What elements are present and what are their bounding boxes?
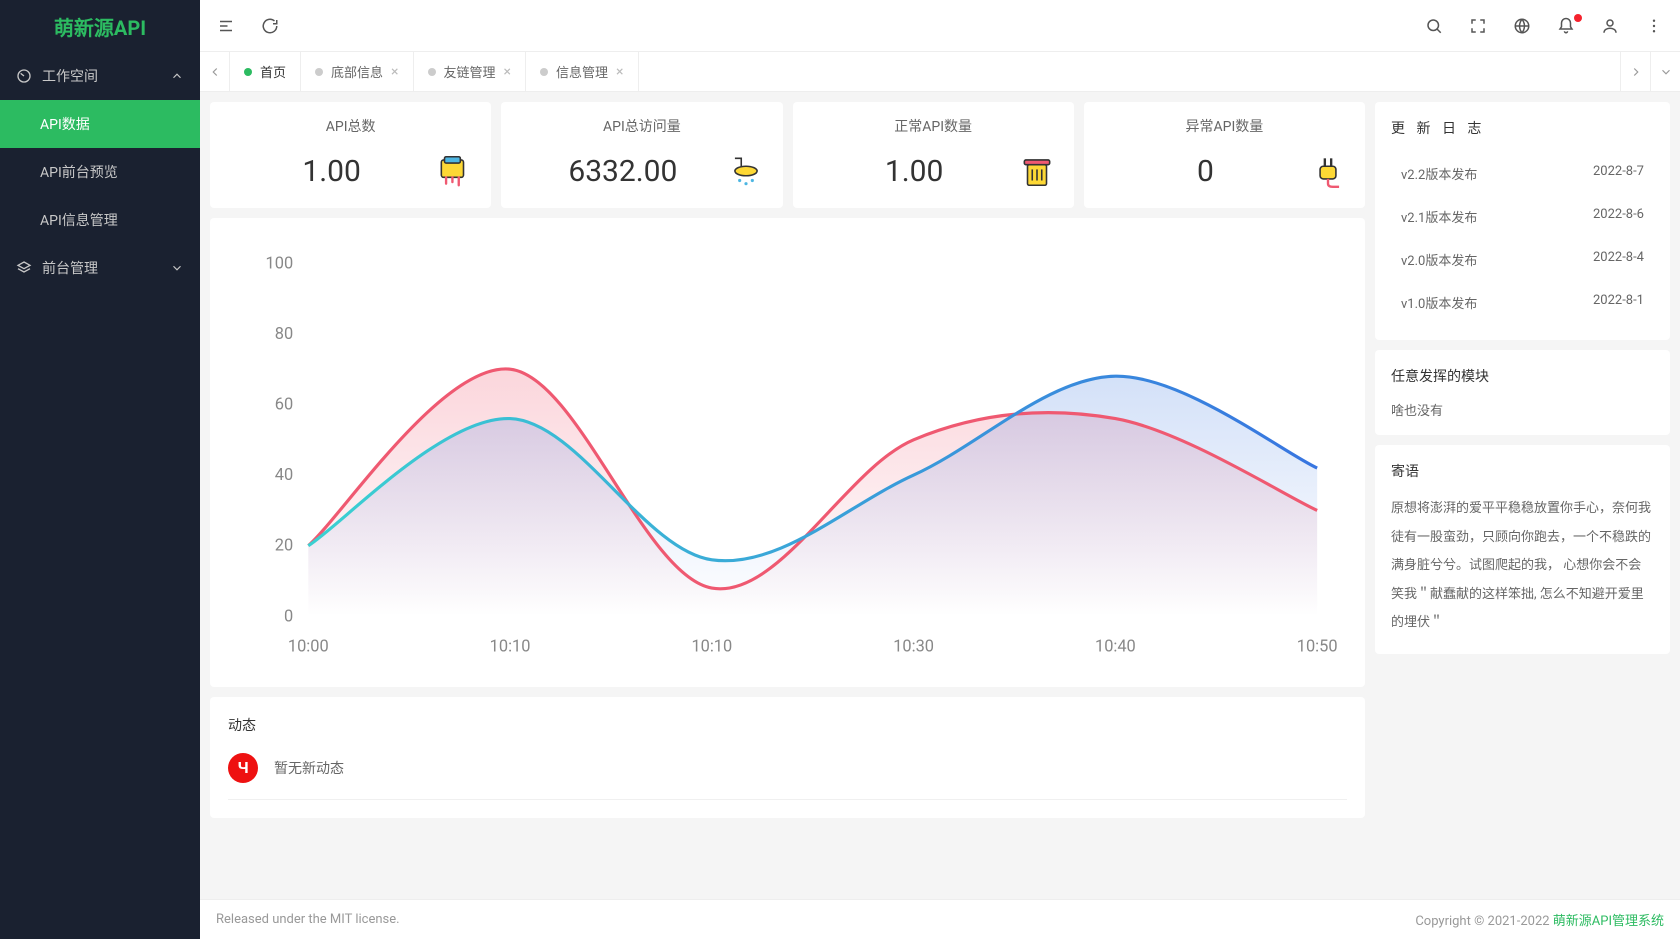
dashboard-icon bbox=[16, 68, 32, 84]
close-icon[interactable]: × bbox=[391, 64, 398, 80]
stack-icon bbox=[16, 260, 32, 276]
svg-text:60: 60 bbox=[275, 396, 293, 415]
footer-license: Released under the MIT license. bbox=[216, 912, 400, 927]
list-item: Ч 暂无新动态 bbox=[228, 753, 1347, 800]
paint-icon bbox=[435, 152, 473, 190]
svg-text:10:40: 10:40 bbox=[1095, 638, 1136, 657]
tab-friendlink[interactable]: 友链管理 × bbox=[414, 52, 527, 91]
list-item: v1.0版本发布 2022-8-1 bbox=[1391, 281, 1654, 324]
user-icon[interactable] bbox=[1600, 16, 1620, 36]
verse-card: 寄语 原想将澎湃的爱平平稳稳放置你手心，奈何我徒有一股蛮劲，只顾向你跑去，一个不… bbox=[1375, 445, 1670, 654]
line-chart: 0 20 40 60 80 100 10:00 10:10 10:10 10:30 10:40 10:… bbox=[220, 238, 1355, 667]
svg-text:80: 80 bbox=[275, 325, 293, 344]
svg-text:10:50: 10:50 bbox=[1297, 638, 1338, 657]
tab-info-manage[interactable]: 信息管理 × bbox=[526, 52, 639, 91]
list-item: v2.0版本发布 2022-8-4 bbox=[1391, 238, 1654, 281]
chart-card: 0 20 40 60 80 100 10:00 10:10 10:10 10:30 10:40 10:… bbox=[210, 218, 1365, 687]
shower-icon bbox=[727, 152, 765, 190]
tabs-scroll-right[interactable] bbox=[1620, 52, 1650, 91]
topbar bbox=[200, 0, 1680, 52]
tab-footer-info[interactable]: 底部信息 × bbox=[301, 52, 414, 91]
stat-card-api-visits: API总访问量 6332.00 bbox=[501, 102, 782, 208]
plug-icon bbox=[1309, 152, 1347, 190]
trash-icon bbox=[1018, 152, 1056, 190]
sidebar-group-label: 工作空间 bbox=[42, 66, 98, 86]
svg-text:100: 100 bbox=[266, 254, 294, 273]
sidebar-item-api-data[interactable]: API数据 bbox=[0, 100, 200, 148]
list-item: v2.2版本发布 2022-8-7 bbox=[1391, 152, 1654, 195]
stat-card-api-abnormal: 异常API数量 0 bbox=[1084, 102, 1365, 208]
sidebar-item-api-preview[interactable]: API前台预览 bbox=[0, 148, 200, 196]
sidebar-menu: 工作空间 API数据 API前台预览 API信息管理 前台管理 bbox=[0, 52, 200, 939]
stat-card-api-normal: 正常API数量 1.00 bbox=[793, 102, 1074, 208]
reload-icon[interactable] bbox=[260, 16, 280, 36]
chevron-down-icon bbox=[170, 261, 184, 275]
tabs-dropdown[interactable] bbox=[1650, 52, 1680, 91]
svg-text:10:30: 10:30 bbox=[893, 638, 934, 657]
list-item: v2.1版本发布 2022-8-6 bbox=[1391, 195, 1654, 238]
svg-text:20: 20 bbox=[275, 537, 293, 556]
notification-icon[interactable] bbox=[1556, 16, 1576, 36]
sidebar-group-label: 前台管理 bbox=[42, 258, 98, 278]
more-icon[interactable] bbox=[1644, 16, 1664, 36]
tab-home[interactable]: 首页 bbox=[230, 52, 301, 91]
sidebar-group-workspace[interactable]: 工作空间 bbox=[0, 52, 200, 100]
svg-text:10:10: 10:10 bbox=[691, 638, 732, 657]
changelog-card: 更 新 日 志 v2.2版本发布 2022-8-7 v2.1版本发布 2022-… bbox=[1375, 102, 1670, 340]
svg-text:10:10: 10:10 bbox=[490, 638, 531, 657]
language-icon[interactable] bbox=[1512, 16, 1532, 36]
search-icon[interactable] bbox=[1424, 16, 1444, 36]
freeform-card: 任意发挥的模块 啥也没有 bbox=[1375, 350, 1670, 435]
svg-text:40: 40 bbox=[275, 466, 293, 485]
dynamic-card: 动态 Ч 暂无新动态 bbox=[210, 697, 1365, 818]
footer: Released under the MIT license. Copyrigh… bbox=[200, 899, 1680, 939]
close-icon[interactable]: × bbox=[616, 64, 623, 80]
tabs-scroll-left[interactable] bbox=[200, 52, 230, 91]
close-icon[interactable]: × bbox=[504, 64, 511, 80]
sidebar-item-api-manage[interactable]: API信息管理 bbox=[0, 196, 200, 244]
menu-collapse-icon[interactable] bbox=[216, 16, 236, 36]
tabs-bar: 首页 底部信息 × 友链管理 × 信息管理 × bbox=[200, 52, 1680, 92]
app-logo: 萌新源API bbox=[0, 0, 200, 52]
sidebar: 萌新源API 工作空间 API数据 API前台预览 API信息管理 bbox=[0, 0, 200, 939]
sidebar-group-frontend[interactable]: 前台管理 bbox=[0, 244, 200, 292]
stats-row: API总数 1.00 API总访问量 6332.00 bbox=[210, 102, 1365, 208]
fullscreen-icon[interactable] bbox=[1468, 16, 1488, 36]
avatar: Ч bbox=[228, 753, 258, 783]
stat-card-api-total: API总数 1.00 bbox=[210, 102, 491, 208]
footer-link[interactable]: 萌新源API管理系统 bbox=[1553, 914, 1664, 929]
notification-badge bbox=[1574, 14, 1582, 22]
tab-active-dot bbox=[244, 68, 252, 76]
svg-text:10:00: 10:00 bbox=[288, 638, 329, 657]
chevron-up-icon bbox=[170, 69, 184, 83]
svg-text:0: 0 bbox=[284, 607, 293, 626]
